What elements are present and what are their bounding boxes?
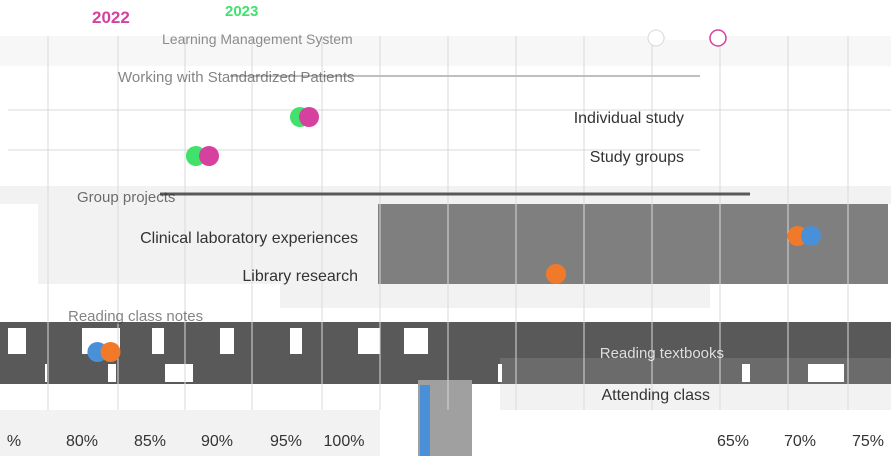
legend-marker — [647, 29, 665, 47]
grid-cell — [290, 328, 302, 354]
data-point — [199, 146, 219, 166]
x-tick-label: 65% — [717, 433, 749, 450]
legend-marker — [709, 29, 727, 47]
category-label: Learning Management System — [162, 31, 353, 47]
category-label: Library research — [242, 268, 358, 285]
category-label: Clinical laboratory experiences — [140, 230, 358, 247]
category-label: Study groups — [590, 149, 684, 166]
category-label: Group projects — [77, 189, 175, 206]
x-tick-label: 80% — [66, 433, 98, 450]
blue-strip — [420, 385, 430, 456]
x-tick-label: 70% — [784, 433, 816, 450]
background-block — [0, 36, 891, 66]
grid-cell — [152, 328, 164, 354]
grid-cell — [808, 364, 844, 382]
category-label: Individual study — [574, 110, 684, 127]
chart: 2022 2023 Learning Management System Wor… — [0, 0, 891, 456]
grid-cell — [45, 364, 47, 382]
grid-cell — [220, 328, 234, 354]
data-point — [299, 107, 319, 127]
grid-cell — [404, 328, 428, 354]
category-label: Attending class — [601, 387, 710, 404]
category-label: Working with Standardized Patients — [118, 69, 355, 86]
x-tick-label: 100% — [324, 433, 365, 450]
x-tick-label: 95% — [270, 433, 302, 450]
legend-label-2023: 2023 — [225, 3, 258, 20]
legend-label-2022: 2022 — [92, 8, 130, 27]
data-point — [801, 226, 821, 246]
x-tick-label: 90% — [201, 433, 233, 450]
grid-cell — [8, 328, 26, 354]
category-label: Reading textbooks — [600, 345, 724, 362]
grid-cell — [498, 364, 502, 382]
x-tick-label: 75% — [852, 433, 884, 450]
grid-cell — [165, 364, 193, 382]
grid-cell — [742, 364, 750, 382]
x-tick-label: 85% — [134, 433, 166, 450]
category-label: Reading class notes — [68, 308, 203, 325]
light-panel — [280, 284, 710, 308]
dark-band — [0, 322, 891, 358]
data-point — [546, 264, 566, 284]
grid-cell — [358, 328, 380, 354]
data-point — [100, 342, 121, 362]
grid-cell — [108, 364, 116, 382]
chart-svg: 2022 2023 Learning Management System Wor… — [0, 3, 891, 456]
x-tick-label: % — [7, 433, 21, 450]
